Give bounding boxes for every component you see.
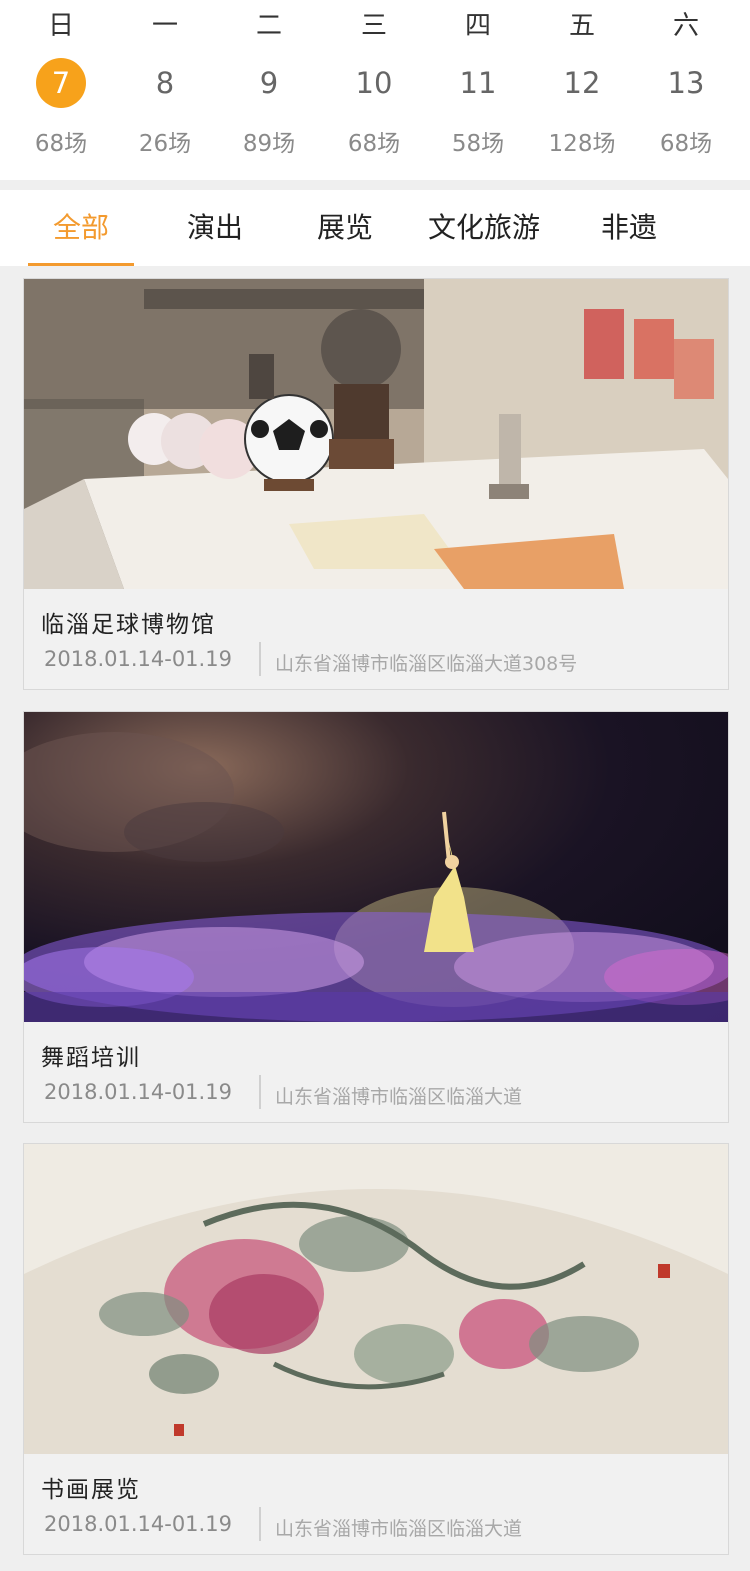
event-count: 68场 [659,131,713,157]
divider [259,642,261,676]
event-count: 26场 [138,131,192,157]
event-count: 58场 [451,131,505,157]
event-image [24,712,728,1022]
weekday-label: 五 [568,11,595,41]
weekday-label: 四 [464,11,491,41]
event-count: 89场 [242,131,296,157]
tab-performance[interactable]: 演出 [160,190,270,266]
calendar-day-sun[interactable]: 日 7 68场 [9,0,113,180]
event-date: 2018.01.14-01.19 [44,1080,232,1104]
weekday-label: 一 [151,11,178,41]
calendar-day-wed[interactable]: 三 10 68场 [322,0,426,180]
event-address: 山东省淄博市临淄区临淄大道 [275,1518,523,1540]
tab-cultural-tourism[interactable]: 文化旅游 [418,190,550,266]
category-tabs: 全部 演出 展览 文化旅游 非遗 [0,190,750,266]
date-number[interactable]: 9 [244,58,294,108]
event-address: 山东省淄博市临淄区临淄大道 [275,1086,523,1108]
event-card[interactable]: 临淄足球博物馆 2018.01.14-01.19 山东省淄博市临淄区临淄大道30… [23,278,729,690]
date-number[interactable]: 10 [349,58,399,108]
event-date: 2018.01.14-01.19 [44,1512,232,1536]
tab-all[interactable]: 全部 [28,190,134,266]
event-title: 书画展览 [41,1477,141,1503]
date-number[interactable]: 12 [557,58,607,108]
tab-intangible-heritage[interactable]: 非遗 [574,190,684,266]
calendar-day-mon[interactable]: 一 8 26场 [113,0,217,180]
divider [259,1075,261,1109]
event-count: 68场 [34,131,88,157]
event-card[interactable]: 舞蹈培训 2018.01.14-01.19 山东省淄博市临淄区临淄大道 [23,711,729,1123]
event-title: 舞蹈培训 [41,1045,141,1071]
date-number[interactable]: 11 [453,58,503,108]
event-count: 128场 [548,131,616,157]
calendar-day-thu[interactable]: 四 11 58场 [426,0,530,180]
event-title: 临淄足球博物馆 [41,612,216,638]
event-image [24,279,728,589]
date-number-selected[interactable]: 7 [36,58,86,108]
divider [259,1507,261,1541]
calendar-day-tue[interactable]: 二 9 89场 [217,0,321,180]
date-number[interactable]: 8 [140,58,190,108]
week-calendar: 日 7 68场 一 8 26场 二 9 89场 三 10 68场 四 11 58… [0,0,750,180]
event-count: 68场 [347,131,401,157]
active-tab-indicator [28,263,134,266]
event-image [24,1144,728,1454]
event-address: 山东省淄博市临淄区临淄大道308号 [275,653,578,675]
weekday-label: 三 [360,11,387,41]
tab-exhibition[interactable]: 展览 [290,190,400,266]
weekday-label: 日 [47,11,74,41]
date-number[interactable]: 13 [661,58,711,108]
weekday-label: 六 [672,11,699,41]
calendar-day-fri[interactable]: 五 12 128场 [530,0,634,180]
event-date: 2018.01.14-01.19 [44,647,232,671]
event-card[interactable]: 书画展览 2018.01.14-01.19 山东省淄博市临淄区临淄大道 [23,1143,729,1555]
weekday-label: 二 [255,11,282,41]
calendar-day-sat[interactable]: 六 13 68场 [634,0,738,180]
